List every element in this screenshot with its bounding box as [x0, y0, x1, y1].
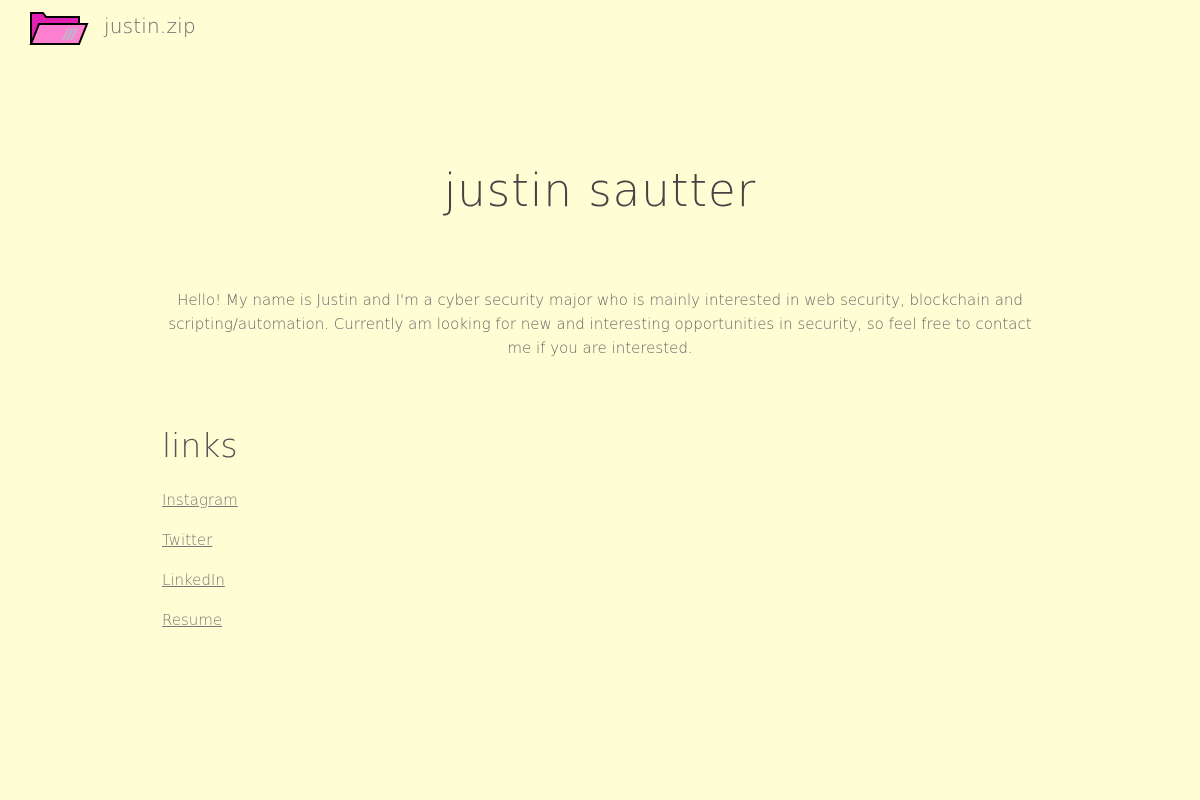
linkedin-link[interactable]: LinkedIn: [162, 571, 225, 589]
resume-link[interactable]: Resume: [162, 611, 222, 629]
links-list: Instagram Twitter LinkedIn Resume: [162, 490, 238, 650]
page-title: justin sautter: [443, 164, 757, 217]
list-item: LinkedIn: [162, 570, 238, 610]
instagram-link[interactable]: Instagram: [162, 491, 238, 509]
list-item: Resume: [162, 610, 238, 650]
list-item: Instagram: [162, 490, 238, 530]
links-heading: links: [162, 426, 238, 465]
intro-paragraph: Hello! My name is Justin and I'm a cyber…: [168, 291, 1032, 357]
twitter-link[interactable]: Twitter: [162, 531, 212, 549]
open-folder-icon[interactable]: [29, 10, 89, 47]
list-item: Twitter: [162, 530, 238, 570]
site-name-link[interactable]: justin.zip: [104, 14, 196, 38]
